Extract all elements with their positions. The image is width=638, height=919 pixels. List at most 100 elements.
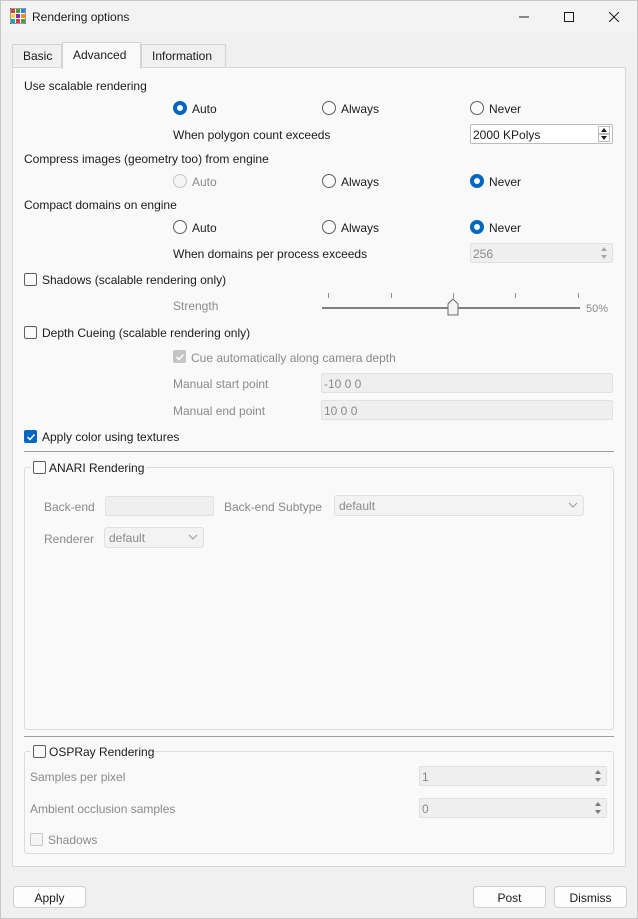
arrow-down-icon	[601, 255, 607, 259]
compact-auto-label: Auto	[192, 221, 217, 235]
title-bar[interactable]: Rendering options	[1, 1, 637, 33]
depth-cueing-label: Depth Cueing (scalable rendering only)	[42, 326, 251, 340]
arrow-down-icon	[601, 136, 607, 140]
slider-tick	[391, 293, 392, 298]
compress-auto-label: Auto	[192, 175, 217, 189]
spin-up-arrow[interactable]	[592, 800, 604, 808]
ospray-shadows-label: Shadows	[48, 833, 98, 847]
samples-per-pixel-label: Samples per pixel	[30, 770, 126, 784]
compact-auto-radio[interactable]	[173, 220, 187, 234]
manual-end-label: Manual end point	[173, 404, 266, 418]
window-title: Rendering options	[32, 10, 130, 24]
spin-down-arrow[interactable]	[592, 776, 604, 784]
apply-button[interactable]: Apply	[13, 886, 86, 908]
scalable-auto-label: Auto	[192, 102, 217, 116]
close-icon	[609, 11, 619, 22]
scalable-auto-radio[interactable]	[173, 101, 187, 115]
separator	[24, 736, 614, 737]
scalable-never-label: Never	[489, 102, 522, 116]
slider-tick	[328, 293, 329, 298]
manual-start-input[interactable]: -10 0 0	[321, 373, 613, 393]
rendering-options-window: Rendering options Basic Advanced Informa…	[0, 0, 638, 919]
renderer-value: default	[109, 531, 146, 545]
scalable-always-radio[interactable]	[322, 101, 336, 115]
compress-never-radio[interactable]	[470, 174, 484, 188]
manual-start-value: -10 0 0	[324, 377, 362, 391]
spin-down-arrow[interactable]	[598, 253, 610, 261]
polygon-count-label: When polygon count exceeds	[173, 128, 331, 142]
arrow-down-icon	[595, 778, 601, 782]
compact-never-label: Never	[489, 221, 522, 235]
anari-checkbox[interactable]	[33, 461, 46, 474]
manual-end-value: 10 0 0	[324, 404, 358, 418]
spin-up-arrow[interactable]	[598, 126, 610, 134]
compress-always-radio[interactable]	[322, 174, 336, 188]
domains-per-process-label: When domains per process exceeds	[173, 247, 368, 261]
slider-handle[interactable]	[447, 298, 459, 316]
backend-subtype-select[interactable]: default	[334, 495, 584, 516]
ospray-checkbox[interactable]	[33, 745, 46, 758]
compress-never-label: Never	[489, 175, 522, 189]
arrow-up-icon	[601, 128, 607, 132]
minimize-icon	[519, 16, 529, 17]
minimize-button[interactable]	[501, 1, 547, 32]
maximize-icon	[564, 11, 574, 22]
renderer-select[interactable]: default	[104, 527, 204, 548]
tab-advanced[interactable]: Advanced	[62, 42, 141, 69]
maximize-button[interactable]	[546, 1, 592, 32]
arrow-down-icon	[595, 810, 601, 814]
close-button[interactable]	[591, 1, 637, 32]
domains-per-process-spinbox[interactable]: 256	[470, 243, 613, 263]
app-icon	[10, 8, 26, 24]
slider-tick	[578, 293, 579, 298]
arrow-up-icon	[595, 770, 601, 774]
compact-always-radio[interactable]	[322, 220, 336, 234]
cue-automatically-checkbox[interactable]	[173, 350, 186, 363]
backend-input[interactable]	[105, 496, 214, 516]
ospray-label: OSPRay Rendering	[49, 745, 155, 759]
arrow-up-icon	[601, 247, 607, 251]
backend-label: Back-end	[44, 500, 95, 514]
ambient-occlusion-label: Ambient occlusion samples	[30, 802, 176, 816]
spin-down-arrow[interactable]	[598, 134, 610, 142]
strength-label: Strength	[173, 299, 219, 313]
compact-never-radio[interactable]	[470, 220, 484, 234]
ambient-occlusion-spinbox[interactable]: 0	[419, 798, 607, 818]
cue-automatically-label: Cue automatically along camera depth	[191, 351, 396, 365]
manual-end-input[interactable]: 10 0 0	[321, 400, 613, 420]
arrow-up-icon	[595, 802, 601, 806]
checkmark-icon	[175, 353, 185, 361]
dismiss-button[interactable]: Dismiss	[554, 886, 627, 908]
compact-always-label: Always	[341, 221, 380, 235]
samples-per-pixel-spinbox[interactable]: 1	[419, 766, 607, 786]
chevron-down-icon	[188, 534, 198, 540]
spin-down-arrow[interactable]	[592, 808, 604, 816]
tab-basic[interactable]: Basic	[12, 44, 62, 68]
depth-cueing-checkbox[interactable]	[24, 326, 37, 339]
slider-tick	[515, 293, 516, 298]
separator	[24, 451, 614, 452]
spin-up-arrow[interactable]	[592, 768, 604, 776]
textures-label: Apply color using textures	[42, 430, 180, 444]
ospray-shadows-checkbox[interactable]	[30, 833, 43, 846]
strength-value: 50%	[586, 303, 609, 315]
shadows-checkbox[interactable]	[24, 273, 37, 286]
post-button[interactable]: Post	[473, 886, 546, 908]
polygon-count-value: 2000 KPolys	[473, 128, 541, 142]
compress-images-heading: Compress images (geometry too) from engi…	[24, 152, 269, 166]
compress-auto-radio[interactable]	[173, 174, 187, 188]
compact-domains-heading: Compact domains on engine	[24, 198, 177, 212]
renderer-label: Renderer	[44, 532, 95, 546]
backend-subtype-value: default	[339, 499, 376, 513]
samples-per-pixel-value: 1	[422, 770, 429, 784]
scalable-rendering-heading: Use scalable rendering	[24, 79, 147, 93]
tab-information[interactable]: Information	[141, 44, 226, 68]
compress-always-label: Always	[341, 175, 380, 189]
spin-up-arrow[interactable]	[598, 245, 610, 253]
polygon-count-spinbox[interactable]: 2000 KPolys	[470, 124, 613, 144]
domains-per-process-value: 256	[473, 247, 494, 261]
backend-subtype-label: Back-end Subtype	[224, 500, 323, 514]
scalable-never-radio[interactable]	[470, 101, 484, 115]
textures-checkbox[interactable]	[24, 430, 37, 443]
manual-start-label: Manual start point	[173, 377, 269, 391]
